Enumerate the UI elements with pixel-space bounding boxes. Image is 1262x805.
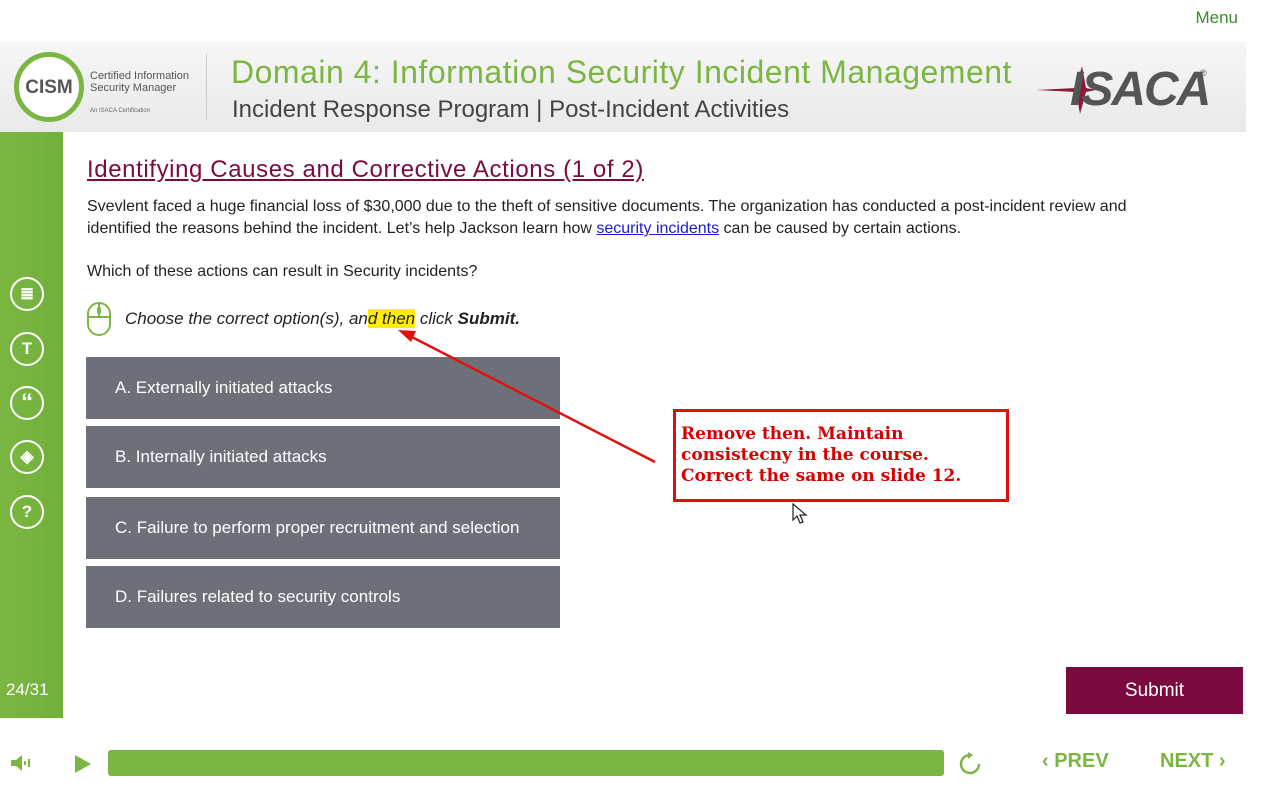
chevron-left-icon: ‹ bbox=[1042, 750, 1055, 772]
cism-logo-text: Certified Information Security Manager bbox=[90, 70, 190, 94]
progress-bar[interactable] bbox=[108, 750, 944, 776]
chevron-right-icon: › bbox=[1213, 750, 1226, 772]
quote-icon[interactable]: “ bbox=[10, 386, 44, 420]
help-icon[interactable]: ? bbox=[10, 495, 44, 529]
review-comment-box: Remove then. Maintain consistecny in the… bbox=[673, 409, 1009, 502]
security-incidents-link[interactable]: security incidents bbox=[596, 220, 719, 237]
progress-fill bbox=[108, 750, 944, 776]
player-controls: ‹ PREV NEXT › bbox=[0, 730, 1262, 805]
transcript-icon[interactable]: T bbox=[10, 332, 44, 366]
next-button[interactable]: NEXT › bbox=[1160, 750, 1226, 773]
instruction-text: Choose the correct option(s), and then c… bbox=[125, 309, 520, 328]
section-subtitle: Incident Response Program | Post-Inciden… bbox=[232, 96, 790, 123]
option-b[interactable]: B. Internally initiated attacks bbox=[86, 426, 560, 488]
course-header: CISM Certified Information Security Mana… bbox=[0, 42, 1246, 132]
prev-button[interactable]: ‹ PREV bbox=[1042, 750, 1109, 773]
replay-icon[interactable] bbox=[958, 752, 982, 776]
intro-paragraph: Svevlent faced a huge financial loss of … bbox=[87, 198, 1127, 237]
cism-logo: CISM bbox=[14, 52, 84, 122]
mouse-icon bbox=[87, 302, 111, 336]
domain-title: Domain 4: Information Security Incident … bbox=[231, 54, 1012, 90]
document-icon[interactable]: ≣ bbox=[10, 277, 44, 311]
layers-icon[interactable]: ◈ bbox=[10, 440, 44, 474]
highlighted-then: d then bbox=[367, 309, 416, 328]
question-text: Which of these actions can result in Sec… bbox=[87, 263, 478, 280]
option-d[interactable]: D. Failures related to security controls bbox=[86, 566, 560, 628]
submit-button[interactable]: Submit bbox=[1066, 667, 1243, 714]
play-icon[interactable] bbox=[74, 754, 92, 774]
header-divider bbox=[206, 54, 207, 120]
menu-button[interactable]: Menu bbox=[1195, 8, 1238, 28]
isaca-logo: ISACA bbox=[1070, 63, 1211, 116]
cism-tagline: An ISACA Certification bbox=[90, 108, 151, 114]
option-a[interactable]: A. Externally initiated attacks bbox=[86, 357, 560, 419]
mouse-cursor-icon bbox=[792, 503, 808, 524]
slide-title: Identifying Causes and Corrective Action… bbox=[87, 156, 644, 183]
volume-icon[interactable] bbox=[10, 754, 32, 772]
option-c[interactable]: C. Failure to perform proper recruitment… bbox=[86, 497, 560, 559]
sidebar: ≣ T “ ◈ ? 24/31 bbox=[0, 132, 63, 718]
page-counter: 24/31 bbox=[6, 680, 49, 699]
